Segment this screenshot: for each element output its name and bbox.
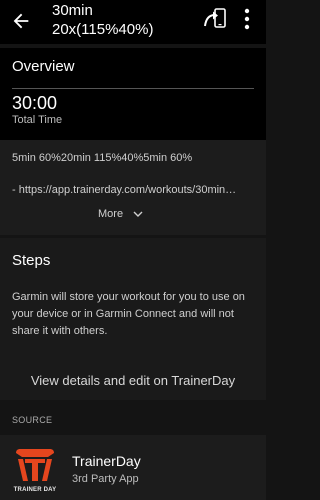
overview-heading: Overview xyxy=(12,58,75,75)
garmin-storage-notice: Garmin will store your workout for you t… xyxy=(12,291,245,337)
workout-link: - https://app.trainerday.com/workouts/30… xyxy=(12,184,237,196)
trainerday-logo-icon xyxy=(16,449,54,481)
source-app-name: TrainerDay xyxy=(72,453,141,469)
send-to-device-icon[interactable] xyxy=(203,8,227,30)
source-app-row[interactable]: TRAINER DAY TrainerDay 3rd Party App xyxy=(0,435,266,500)
steps-section: Steps Garmin will store your workout for… xyxy=(0,238,266,400)
overview-divider xyxy=(12,88,254,89)
steps-heading: Steps xyxy=(12,252,51,269)
trainerday-logo-text: TRAINER DAY xyxy=(13,487,57,493)
description-section: 5min 60%20min 115%40%5min 60% - https://… xyxy=(0,140,266,235)
overview-section: Overview 30:00 Total Time xyxy=(0,48,266,140)
workout-title-line2: 20x(115%40%) xyxy=(52,21,154,38)
source-app-type: 3rd Party App xyxy=(72,473,139,485)
more-label: More xyxy=(98,208,124,220)
workout-description: 5min 60%20min 115%40%5min 60% xyxy=(12,152,193,164)
total-time-label: Total Time xyxy=(12,114,63,126)
more-options-icon[interactable] xyxy=(243,7,251,31)
top-app-bar: 30min 20x(115%40%) xyxy=(0,0,266,44)
back-arrow-icon[interactable] xyxy=(10,10,32,32)
chevron-down-icon xyxy=(133,211,143,217)
source-heading: SOURCE xyxy=(12,415,53,425)
view-details-link[interactable]: View details and edit on TrainerDay xyxy=(0,373,266,388)
total-time-value: 30:00 xyxy=(12,93,58,113)
trainerday-logo: TRAINER DAY xyxy=(12,445,58,493)
more-button[interactable]: More xyxy=(98,205,143,223)
workout-title-line1: 30min xyxy=(52,2,93,19)
